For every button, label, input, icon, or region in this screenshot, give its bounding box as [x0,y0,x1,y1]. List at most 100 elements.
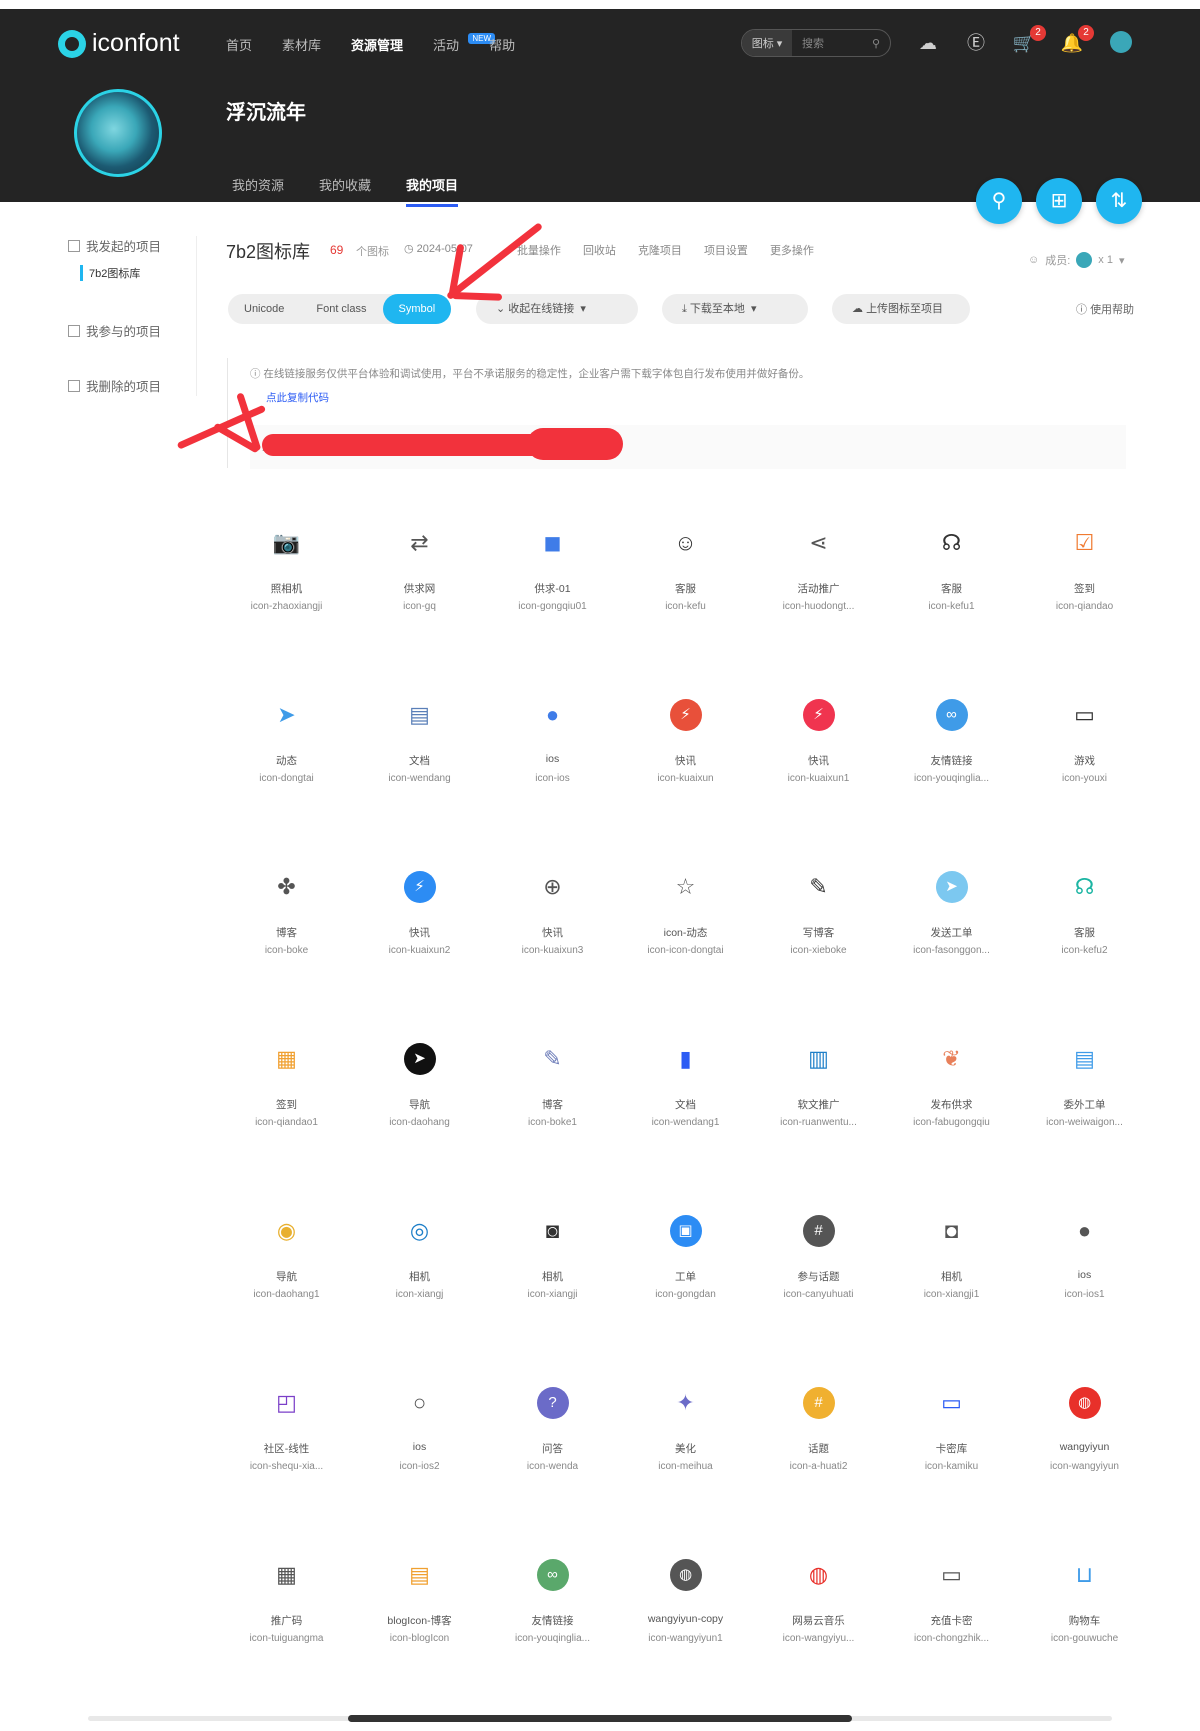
tab-0[interactable]: 我的资源 [232,175,284,207]
batch-action-button[interactable]: 批量操作 [517,242,561,258]
icon-card[interactable]: ▤ blogIcon-博客 icon-blogIcon [353,1559,486,1731]
icon-name: 推广码 [270,1615,303,1627]
icon-name: 导航 [409,1099,430,1111]
icon-card[interactable]: ▥ 软文推广 icon-ruanwentu... [752,1043,885,1215]
icon-card[interactable]: ☊ 客服 icon-kefu2 [1018,871,1151,1043]
nav-item-1[interactable]: 素材库 [282,35,321,54]
icon-card[interactable]: ◼ 供求-01 icon-gongqiu01 [486,527,619,699]
icon-card[interactable]: ⚡ 快讯 icon-kuaixun2 [353,871,486,1043]
clone-project-button[interactable]: 克隆项目 [638,242,682,258]
icon-card[interactable]: ☊ 客服 icon-kefu1 [885,527,1018,699]
icon-card[interactable]: ▤ 文档 icon-wendang [353,699,486,871]
icon-card[interactable]: ▦ 推广码 icon-tuiguangma [220,1559,353,1731]
icon-card[interactable]: ✎ 博客 icon-boke1 [486,1043,619,1215]
icon-card[interactable]: ▤ 委外工单 icon-weiwaigon... [1018,1043,1151,1215]
icon-card[interactable]: ∞ 友情链接 icon-youqinglia... [486,1559,619,1731]
icon-card[interactable]: ◍ wangyiyun-copy icon-wangyiyun1 [619,1559,752,1731]
icon-code: icon-xiangj [395,1289,444,1300]
sidebar-deleted-projects[interactable]: 我删除的项目 [68,376,198,395]
cart-icon[interactable]: 🛒 2 [1012,25,1046,55]
bell-icon[interactable]: 🔔 2 [1060,25,1094,55]
icon-card[interactable]: ☑ 签到 icon-qiandao [1018,527,1151,699]
nav-item-4[interactable]: 帮助 [489,35,515,54]
icon-card[interactable]: ▭ 游戏 icon-youxi [1018,699,1151,871]
nav-item-2[interactable]: 资源管理 [351,35,403,54]
icon-card[interactable]: ✦ 美化 icon-meihua [619,1387,752,1559]
icon-card[interactable]: ❦ 发布供求 icon-fabugongqiu [885,1043,1018,1215]
camera-icon: ◘ [944,1218,959,1243]
icon-card[interactable]: # 话题 icon-a-huati2 [752,1387,885,1559]
icon-card[interactable]: ? 问答 icon-wenda [486,1387,619,1559]
upload-cloud-icon[interactable]: ☁ [916,31,940,55]
sidebar-joined-projects[interactable]: 我参与的项目 [68,321,198,340]
icon-card[interactable]: ⊔ 购物车 icon-gouwuche [1018,1559,1151,1731]
icon-card[interactable]: ∞ 友情链接 icon-youqinglia... [885,699,1018,871]
icon-card[interactable]: ● ios icon-ios1 [1018,1215,1151,1387]
share-icon: ⋖ [809,530,828,555]
format-tab-2[interactable]: Symbol [382,294,452,324]
language-en-icon[interactable]: Ⓔ [964,31,988,55]
clipboard-icon: ▣ [669,1215,702,1247]
upload-icons-button[interactable]: ☁ 上传图标至项目 [832,294,970,324]
icon-card[interactable]: ○ ios icon-ios2 [353,1387,486,1559]
icon-code: icon-qiandao [1055,601,1114,612]
icon-card[interactable]: ▦ 签到 icon-qiandao1 [220,1043,353,1215]
sort-fab-icon[interactable]: ⇅ [1096,178,1142,224]
icon-card[interactable]: ⇄ 供求网 icon-gq [353,527,486,699]
icon-card[interactable]: ▭ 卡密库 icon-kamiku [885,1387,1018,1559]
iconfont-logo-icon [58,29,86,58]
tab-1[interactable]: 我的收藏 [319,175,371,207]
search-box[interactable]: 图标 ▾ 搜索 ⚲ [741,29,891,57]
new-folder-fab-icon[interactable]: ⊞ [1036,178,1082,224]
icon-card[interactable]: # 参与话题 icon-canyuhuati [752,1215,885,1387]
clock-icon: ◷ 2024-05-07 [404,243,473,255]
search-fab-icon[interactable]: ⚲ [976,178,1022,224]
project-settings-button[interactable]: 项目设置 [704,242,748,258]
icon-card[interactable]: ☺ 客服 icon-kefu [619,527,752,699]
icon-card[interactable]: ◙ 相机 icon-xiangji [486,1215,619,1387]
user-avatar-small[interactable] [1110,31,1132,53]
icon-card[interactable]: ⚡ 快讯 icon-kuaixun1 [752,699,885,871]
icon-card[interactable]: ☆ icon-动态 icon-icon-dongtai [619,871,752,1043]
icon-card[interactable]: 📷 照相机 icon-zhaoxiangji [220,527,353,699]
icon-card[interactable]: ◍ wangyiyun icon-wangyiyun [1018,1387,1151,1559]
icon-card[interactable]: ● ios icon-ios [486,699,619,871]
tab-2[interactable]: 我的项目 [406,175,459,207]
copy-code-link[interactable]: 点此复制代码 [266,390,329,405]
icon-code: icon-xieboke [790,945,847,956]
sidebar-created-projects[interactable]: 我发起的项目 [68,236,198,255]
icon-card[interactable]: ⋖ 活动推广 icon-huodongt... [752,527,885,699]
icon-code: icon-daohang1 [253,1289,320,1300]
download-local-button[interactable]: ⤓ 下载至本地 ▾ [662,294,808,324]
format-tab-0[interactable]: Unicode [228,294,300,324]
icon-card[interactable]: ◎ 相机 icon-xiangj [353,1215,486,1387]
user-avatar[interactable] [74,89,162,177]
format-tab-1[interactable]: Font class [300,294,382,324]
icon-card[interactable]: ▭ 充值卡密 icon-chongzhik... [885,1559,1018,1731]
icon-card[interactable]: ➤ 导航 icon-daohang [353,1043,486,1215]
search-icon[interactable]: ⚲ [872,37,880,50]
recycle-bin-button[interactable]: 回收站 [583,242,616,258]
brand-logo[interactable]: iconfont [58,29,180,58]
icon-card[interactable]: ✎ 写博客 icon-xieboke [752,871,885,1043]
icon-card[interactable]: ✤ 博客 icon-boke [220,871,353,1043]
icon-card[interactable]: ⚡ 快讯 icon-kuaixun [619,699,752,871]
scrollbar-thumb[interactable] [348,1715,852,1722]
search-input[interactable]: 搜索 [802,35,872,51]
icon-card[interactable]: ▣ 工单 icon-gongdan [619,1215,752,1387]
icon-card[interactable]: ◰ 社区-线性 icon-shequ-xia... [220,1387,353,1559]
icon-card[interactable]: ▮ 文档 icon-wendang1 [619,1043,752,1215]
nav-item-0[interactable]: 首页 [226,35,252,54]
members-dropdown[interactable]: ☺ 成员: x 1 ▾ [1028,252,1125,268]
icon-card[interactable]: ➤ 动态 icon-dongtai [220,699,353,871]
icon-card[interactable]: ◉ 导航 icon-daohang1 [220,1215,353,1387]
icon-card[interactable]: ➤ 发送工单 icon-fasonggon... [885,871,1018,1043]
icon-card[interactable]: ◍ 网易云音乐 icon-wangyiyu... [752,1559,885,1731]
icon-card[interactable]: ⊕ 快讯 icon-kuaixun3 [486,871,619,1043]
search-type-select[interactable]: 图标 ▾ [742,30,792,56]
help-link[interactable]: ⓘ 使用帮助 [1076,301,1134,317]
nav-item-3[interactable]: 活动 NEW [433,33,496,54]
icon-card[interactable]: ◘ 相机 icon-xiangji1 [885,1215,1018,1387]
sidebar-project-7b2[interactable]: 7b2图标库 [80,265,198,281]
more-actions-button[interactable]: 更多操作 [770,242,814,258]
